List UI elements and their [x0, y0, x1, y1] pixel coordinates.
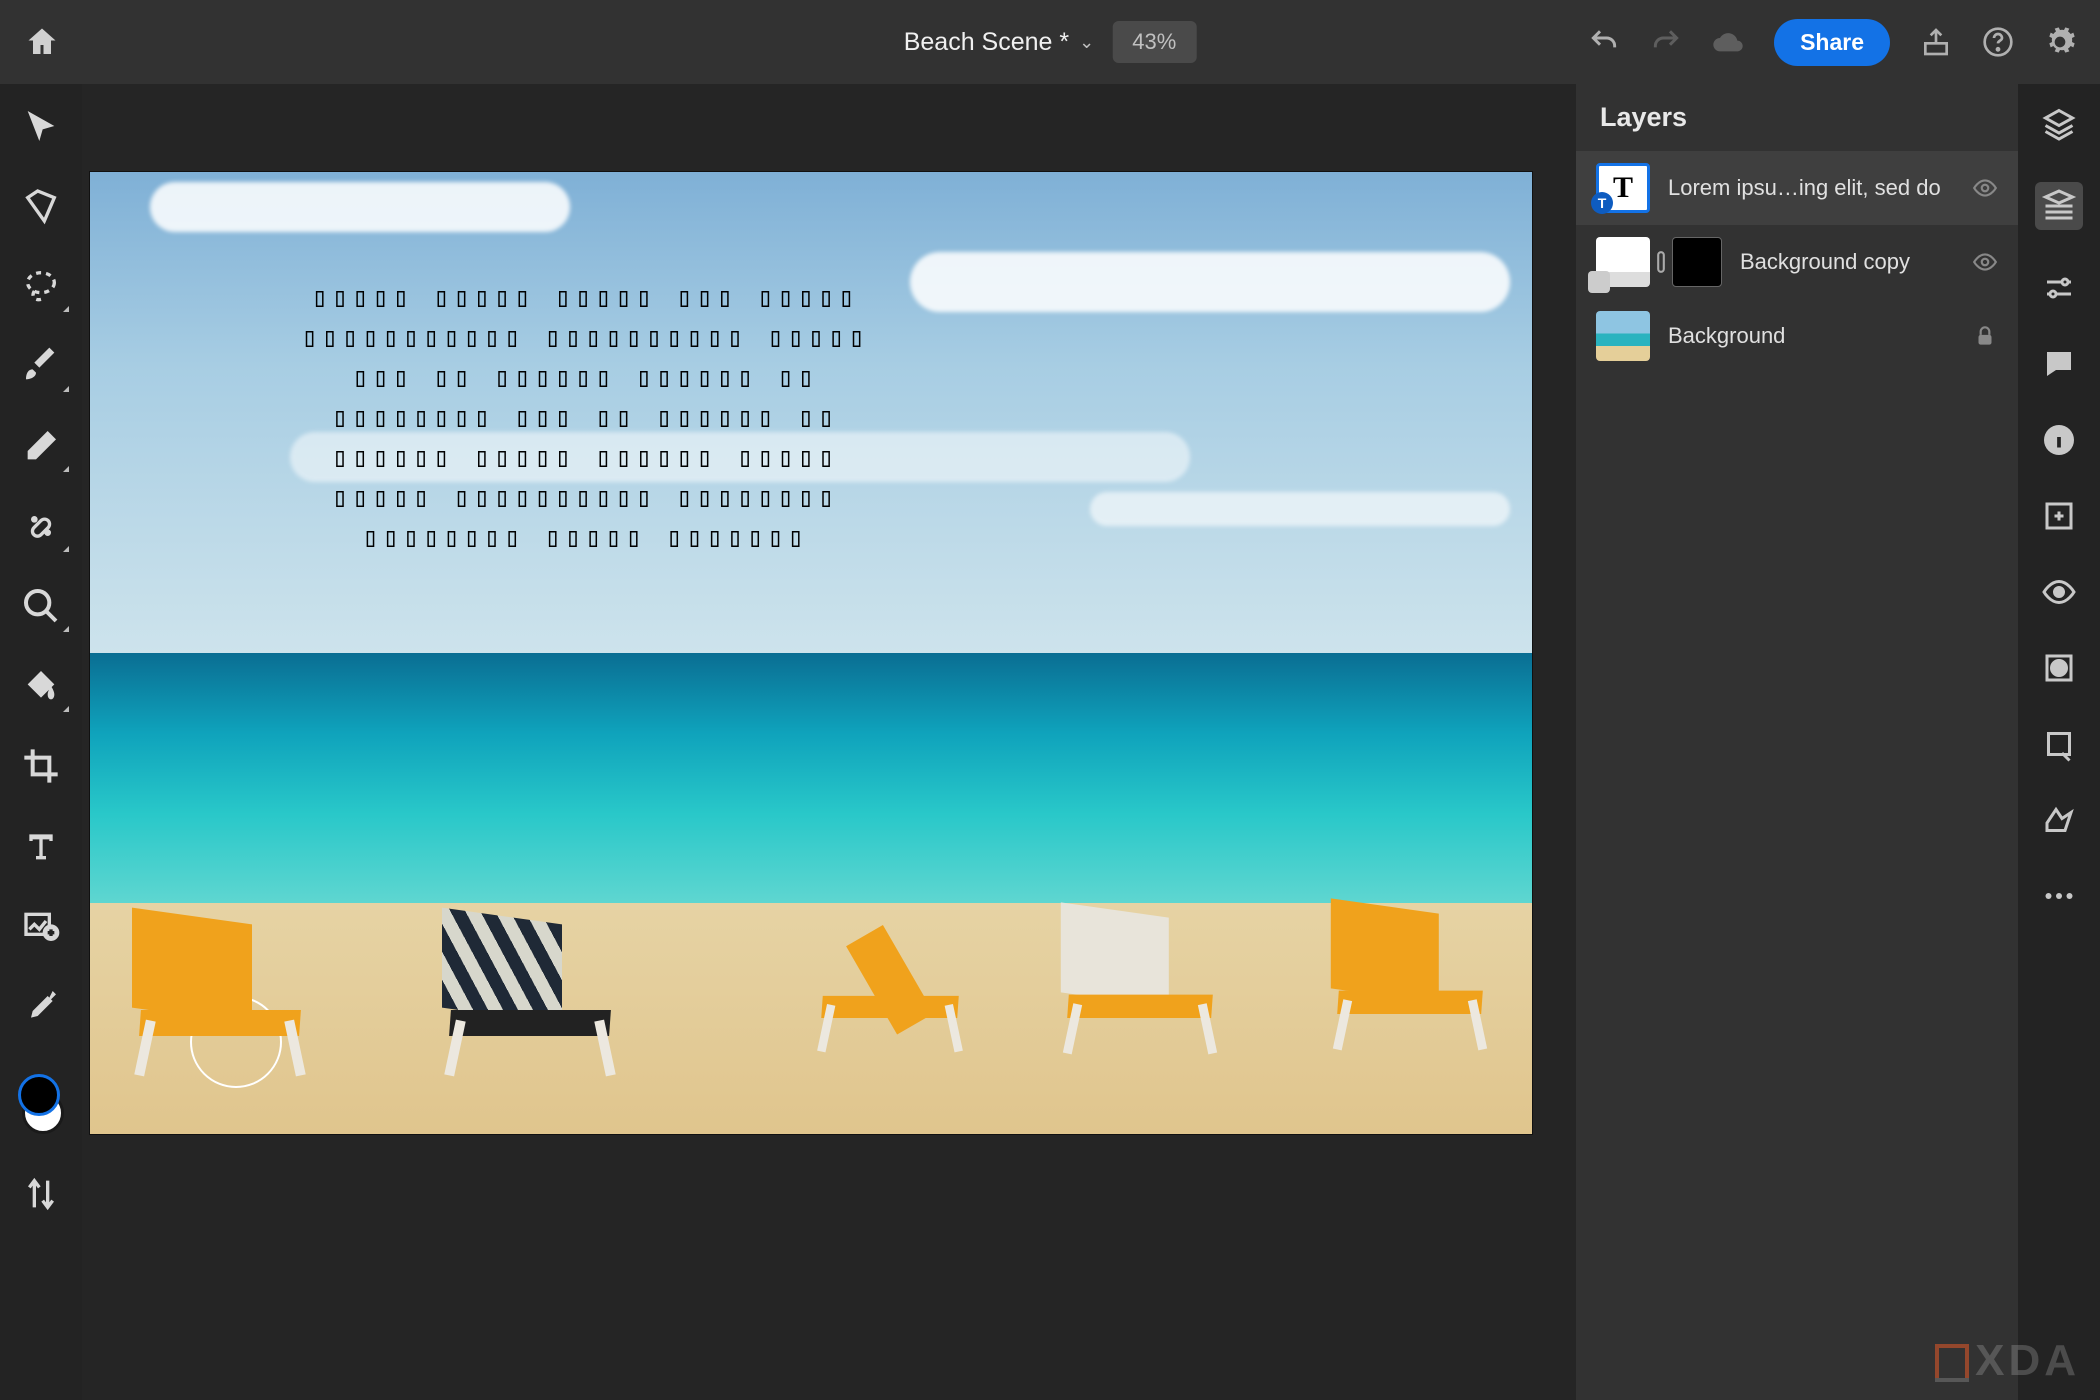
beach-chair: [1050, 910, 1230, 1054]
healing-tool[interactable]: [21, 506, 61, 546]
visibility-icon[interactable]: [2041, 574, 2077, 610]
zoom-level[interactable]: 43%: [1112, 21, 1196, 63]
adjustments-icon[interactable]: [2041, 270, 2077, 306]
canvas-text-layer[interactable]: ▯▯▯▯▯ ▯▯▯▯▯ ▯▯▯▯▯ ▯▯▯ ▯▯▯▯▯ ▯▯▯▯▯▯▯▯▯▯▯ …: [175, 278, 995, 558]
gear-icon[interactable]: [2044, 26, 2076, 58]
layer-name: Lorem ipsu…ing elit, sed do: [1668, 175, 1954, 201]
document-name-label: Beach Scene *: [904, 28, 1069, 57]
beach-chair: [430, 916, 630, 1076]
eyedropper-tool[interactable]: [21, 986, 61, 1026]
beach-chair: [805, 916, 975, 1052]
document-name[interactable]: Beach Scene * ⌄: [904, 28, 1095, 57]
layer-properties-icon[interactable]: [2035, 182, 2083, 230]
mask-icon[interactable]: [2041, 650, 2077, 686]
lock-icon[interactable]: [1972, 323, 1998, 349]
info-icon[interactable]: [2041, 422, 2077, 458]
more-icon[interactable]: [2041, 878, 2077, 914]
effects-icon[interactable]: [2041, 802, 2077, 838]
move-tool[interactable]: [21, 106, 61, 146]
export-icon[interactable]: [1920, 26, 1952, 58]
place-image-tool[interactable]: [21, 906, 61, 946]
foreground-color-swatch[interactable]: [18, 1074, 60, 1116]
layer-mask-thumbnail: [1672, 237, 1722, 287]
link-icon: [1654, 248, 1668, 276]
visibility-icon[interactable]: [1972, 249, 1998, 275]
transform-tool[interactable]: [21, 186, 61, 226]
home-icon[interactable]: [24, 24, 60, 60]
canvas[interactable]: ▯▯▯▯▯ ▯▯▯▯▯ ▯▯▯▯▯ ▯▯▯ ▯▯▯▯▯ ▯▯▯▯▯▯▯▯▯▯▯ …: [90, 172, 1532, 1134]
beach-chair: [1320, 906, 1500, 1050]
brush-tool[interactable]: [21, 346, 61, 386]
visibility-icon[interactable]: [1972, 175, 1998, 201]
layer-thumbnail-bg: [1596, 311, 1650, 361]
eraser-tool[interactable]: [21, 426, 61, 466]
swap-colors-icon[interactable]: [21, 1174, 61, 1214]
layers-panel: Layers T Lorem ipsu…ing elit, sed do Bac…: [1576, 84, 2018, 1400]
help-icon[interactable]: [1982, 26, 2014, 58]
top-bar: Beach Scene * ⌄ 43% Share: [0, 0, 2100, 84]
right-panel-rail: [2018, 84, 2100, 1400]
clip-icon[interactable]: [2041, 726, 2077, 762]
canvas-zone[interactable]: ▯▯▯▯▯ ▯▯▯▯▯ ▯▯▯▯▯ ▯▯▯ ▯▯▯▯▯ ▯▯▯▯▯▯▯▯▯▯▯ …: [82, 84, 1576, 1400]
comments-icon[interactable]: [2041, 346, 2077, 382]
redo-icon[interactable]: [1650, 26, 1682, 58]
main-area: ▯▯▯▯▯ ▯▯▯▯▯ ▯▯▯▯▯ ▯▯▯ ▯▯▯▯▯ ▯▯▯▯▯▯▯▯▯▯▯ …: [0, 84, 2100, 1400]
layer-name: Background copy: [1740, 249, 1954, 275]
layer-item-background[interactable]: Background: [1576, 299, 2018, 373]
add-icon[interactable]: [2041, 498, 2077, 534]
left-toolbar: [0, 84, 82, 1400]
layer-item-text[interactable]: T Lorem ipsu…ing elit, sed do: [1576, 151, 2018, 225]
fill-tool[interactable]: [21, 666, 61, 706]
watermark-logo-icon: [1935, 1344, 1969, 1378]
layer-thumbnail-smart: [1596, 237, 1650, 287]
layers-icon[interactable]: [2041, 106, 2077, 142]
share-button[interactable]: Share: [1774, 19, 1890, 66]
layer-name: Background: [1668, 323, 1954, 349]
cloud-icon[interactable]: [1712, 26, 1744, 58]
lasso-tool[interactable]: [21, 266, 61, 306]
layer-thumbnail-text: T: [1596, 163, 1650, 213]
sea-region: [90, 653, 1532, 922]
crop-tool[interactable]: [21, 746, 61, 786]
undo-icon[interactable]: [1588, 26, 1620, 58]
beach-chair: [120, 916, 320, 1076]
layer-item-smart[interactable]: Background copy: [1576, 225, 2018, 299]
watermark-text: XDA: [1975, 1336, 2080, 1386]
type-tool[interactable]: [21, 826, 61, 866]
watermark: XDA: [1935, 1336, 2080, 1386]
color-wells[interactable]: [18, 1074, 64, 1134]
layers-panel-title: Layers: [1576, 84, 2018, 151]
chevron-down-icon: ⌄: [1079, 32, 1094, 53]
zoom-tool[interactable]: [21, 586, 61, 626]
